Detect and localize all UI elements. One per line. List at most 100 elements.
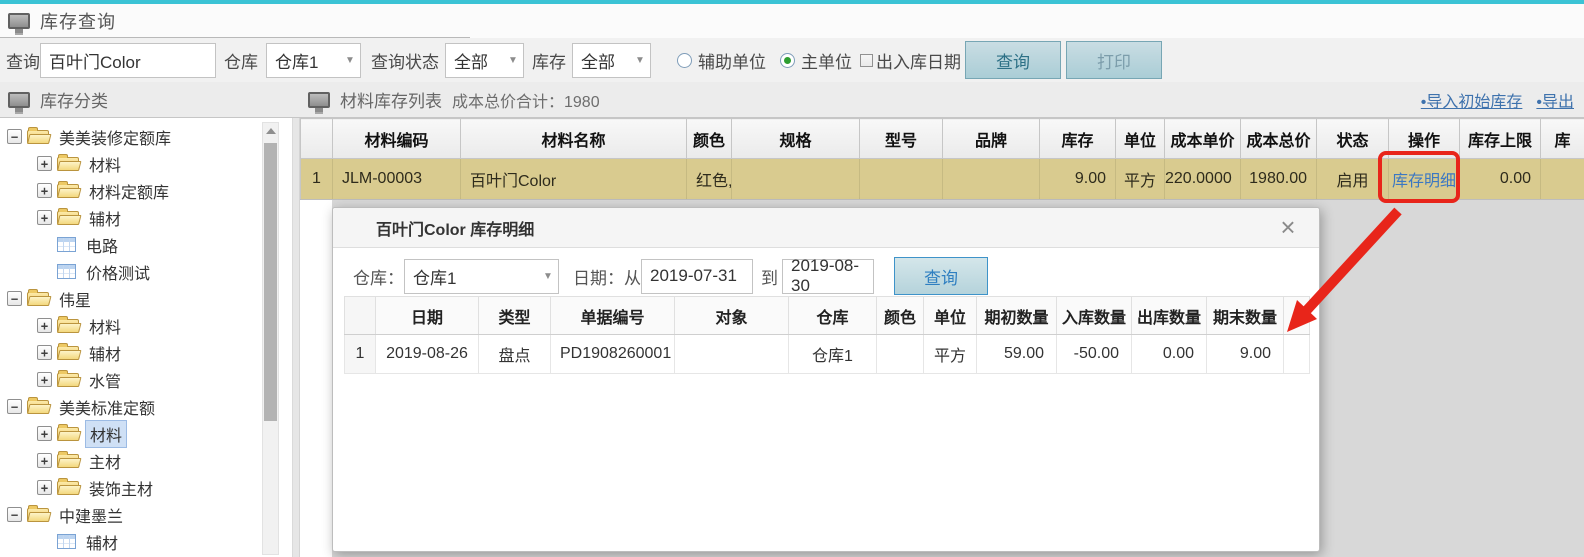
col-brand[interactable]: 品牌 — [942, 118, 1040, 159]
col-material-name[interactable]: 材料名称 — [460, 118, 687, 159]
modal-warehouse-select[interactable]: 仓库1 ▼ — [404, 258, 559, 294]
status-select[interactable]: 全部 ▼ — [445, 42, 524, 78]
sidebar-scrollbar[interactable] — [262, 122, 279, 555]
print-button[interactable]: 打印 — [1066, 41, 1162, 79]
mcol-closing-qty[interactable]: 期末数量 — [1206, 296, 1284, 335]
mcol-in-qty[interactable]: 入库数量 — [1056, 296, 1132, 335]
mcol-object[interactable]: 对象 — [674, 296, 789, 335]
tree-item-label[interactable]: 材料 — [85, 313, 125, 339]
warehouse-select[interactable]: 仓库1 ▼ — [266, 42, 361, 78]
export-link[interactable]: •导出 — [1536, 88, 1574, 112]
tree-item-label[interactable]: 美美装修定额库 — [55, 124, 175, 150]
mcol-unit[interactable]: 单位 — [923, 296, 977, 335]
mcol-rownum[interactable] — [344, 296, 376, 335]
tree-item[interactable]: 电路 — [0, 231, 292, 258]
col-status[interactable]: 状态 — [1316, 118, 1389, 159]
col-lower-limit-clipped[interactable]: 库 — [1540, 118, 1584, 159]
import-initial-stock-link[interactable]: •导入初始库存 — [1421, 88, 1523, 112]
col-stock[interactable]: 库存 — [1039, 118, 1116, 159]
scrollbar-thumb[interactable] — [264, 143, 277, 421]
mcol-date[interactable]: 日期 — [375, 296, 479, 335]
col-rownum[interactable] — [300, 118, 333, 159]
tree-item-label[interactable]: 材料定额库 — [85, 178, 173, 204]
table-row[interactable]: 1 JLM-00003 百叶门Color 红色, 9.00 平方 220.000… — [300, 158, 1584, 200]
table-header-row: 材料编码 材料名称 颜色 规格 型号 品牌 库存 单位 成本单价 成本总价 状态… — [300, 118, 1584, 159]
tree-item-selected[interactable]: 材料 — [0, 419, 292, 448]
collapse-icon[interactable] — [7, 507, 22, 522]
expand-icon[interactable] — [37, 156, 52, 171]
scroll-up-arrow-icon[interactable] — [263, 123, 278, 139]
col-total-cost[interactable]: 成本总价 — [1240, 118, 1317, 159]
mcol-opening-qty[interactable]: 期初数量 — [976, 296, 1057, 335]
cell-model — [859, 158, 943, 200]
mcol-type[interactable]: 类型 — [478, 296, 551, 335]
tree-item-label[interactable]: 价格测试 — [82, 259, 154, 285]
date-to-input[interactable]: 2019-08-30 — [782, 256, 874, 295]
tree-item[interactable]: 材料 — [0, 312, 292, 339]
close-icon[interactable]: × — [1273, 212, 1303, 242]
grid-icon — [57, 237, 76, 252]
collapse-icon[interactable] — [7, 399, 22, 414]
tree-item-label[interactable]: 材料 — [85, 151, 125, 177]
tree-item[interactable]: 装饰主材 — [0, 474, 292, 501]
modal-table-row[interactable]: 1 2019-08-26 盘点 PD1908260001 仓库1 平方 59.0… — [344, 334, 1310, 374]
tree-item-label[interactable]: 装饰主材 — [85, 475, 157, 501]
tree-item[interactable]: 美美装修定额库 — [0, 123, 292, 150]
tree-item-label[interactable]: 电路 — [82, 232, 122, 258]
expand-icon[interactable] — [37, 318, 52, 333]
col-unit[interactable]: 单位 — [1115, 118, 1165, 159]
tree-item-label[interactable]: 辅材 — [82, 529, 122, 555]
expand-icon[interactable] — [37, 426, 52, 441]
query-input[interactable]: 百叶门Color — [40, 42, 216, 78]
tree-item[interactable]: 材料定额库 — [0, 177, 292, 204]
tree-item[interactable]: 水管 — [0, 366, 292, 393]
col-spec[interactable]: 规格 — [731, 118, 860, 159]
tree-item-label[interactable]: 辅材 — [85, 340, 125, 366]
col-upper-limit[interactable]: 库存上限 — [1459, 118, 1541, 159]
tree-item-label[interactable]: 美美标准定额 — [55, 394, 159, 420]
col-action[interactable]: 操作 — [1388, 118, 1460, 159]
tree-item-label[interactable]: 中建墨兰 — [55, 502, 127, 528]
main-unit-radio[interactable] — [780, 52, 795, 68]
tree-item[interactable]: 美美标准定额 — [0, 393, 292, 420]
panel-splitter[interactable] — [292, 118, 300, 557]
expand-icon[interactable] — [37, 453, 52, 468]
search-button[interactable]: 查询 — [965, 41, 1061, 79]
expand-icon[interactable] — [37, 372, 52, 387]
collapse-icon[interactable] — [7, 129, 22, 144]
col-material-code[interactable]: 材料编码 — [332, 118, 461, 159]
date-from-input[interactable]: 2019-07-31 — [641, 258, 753, 294]
tree-item-label[interactable]: 水管 — [85, 367, 125, 393]
tree-item[interactable]: 辅材 — [0, 204, 292, 231]
tree-item[interactable]: 中建墨兰 — [0, 501, 292, 528]
mcol-doc-no[interactable]: 单据编号 — [550, 296, 675, 335]
tree-item-label[interactable]: 主材 — [85, 448, 125, 474]
mcol-out-qty[interactable]: 出库数量 — [1131, 296, 1207, 335]
col-color[interactable]: 颜色 — [686, 118, 732, 159]
col-model[interactable]: 型号 — [859, 118, 943, 159]
stock-detail-link[interactable]: 库存明细 — [1392, 173, 1456, 190]
modal-search-button[interactable]: 查询 — [894, 257, 988, 295]
mcol-warehouse[interactable]: 仓库 — [788, 296, 877, 335]
tree-item[interactable]: 价格测试 — [0, 258, 292, 285]
expand-icon[interactable] — [37, 210, 52, 225]
tree-item[interactable]: 伟星 — [0, 285, 292, 312]
mcol-color[interactable]: 颜色 — [876, 296, 924, 335]
stock-select[interactable]: 全部 ▼ — [572, 42, 651, 78]
mcol-extra[interactable] — [1283, 296, 1310, 335]
tree-item-label[interactable]: 辅材 — [85, 205, 125, 231]
tree-item-label[interactable]: 伟星 — [55, 286, 95, 312]
col-unit-cost[interactable]: 成本单价 — [1164, 118, 1241, 159]
tree-item[interactable]: 主材 — [0, 447, 292, 474]
expand-icon[interactable] — [37, 183, 52, 198]
tree-item[interactable]: 材料 — [0, 150, 292, 177]
aux-unit-radio[interactable] — [677, 52, 692, 68]
tree-item-label[interactable]: 材料 — [85, 419, 128, 448]
inout-date-checkbox[interactable] — [860, 53, 873, 67]
expand-icon[interactable] — [37, 345, 52, 360]
collapse-icon[interactable] — [7, 291, 22, 306]
stock-detail-table: 日期 类型 单据编号 对象 仓库 颜色 单位 期初数量 入库数量 出库数量 期末… — [344, 296, 1310, 374]
tree-item[interactable]: 辅材 — [0, 339, 292, 366]
tree-item[interactable]: 辅材 — [0, 528, 292, 555]
expand-icon[interactable] — [37, 480, 52, 495]
